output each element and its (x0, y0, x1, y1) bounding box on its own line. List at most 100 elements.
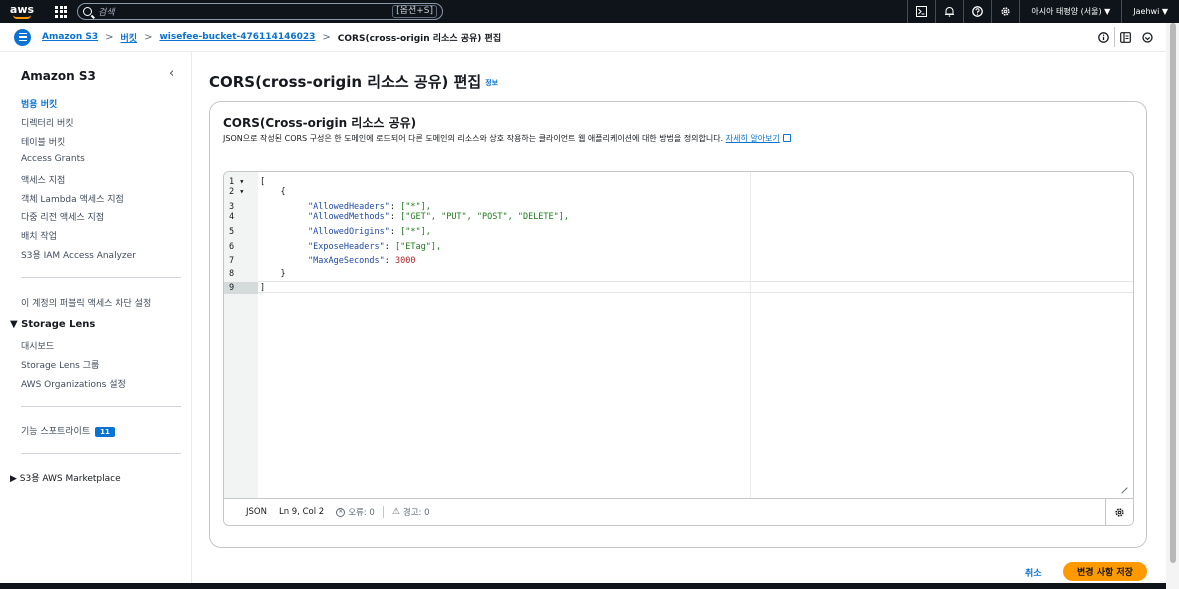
json-key: "MaxAgeSeconds" (308, 256, 385, 266)
aws-logo-text: aws (9, 2, 35, 16)
sidebar-close-icon[interactable]: ‹ (169, 66, 174, 81)
panel-description: JSON으로 작성된 CORS 구성은 한 도메인에 로드되어 다른 도메인의 … (223, 133, 791, 144)
hamburger-menu-icon[interactable] (14, 28, 31, 46)
breadcrumb-buckets[interactable]: 버킷 (121, 31, 138, 44)
line-number[interactable]: 1 ▾ (224, 177, 258, 187)
sidebar-item-general-buckets[interactable]: 범용 버킷 (21, 97, 57, 110)
json-value: ["*"], (400, 202, 431, 212)
side-navigation: Amazon S3 ‹ 범용 버킷 디렉터리 버킷 테이블 버킷 Access … (0, 52, 192, 589)
search-shortcut: [옵션+S] (392, 5, 437, 18)
breadcrumb-current: CORS(cross-origin 리소스 공유) 편집 (337, 33, 502, 44)
panel-heading: CORS(Cross-origin 리소스 공유) (223, 116, 417, 130)
page-title-text: CORS(cross-origin 리소스 공유) 편집 (209, 73, 482, 91)
feature-count-badge: 11 (95, 427, 115, 437)
breadcrumb-bucket-name[interactable]: wisefee-bucket-476114146023 (159, 32, 315, 42)
line-number: 4 (229, 212, 235, 222)
gear-icon[interactable] (991, 0, 1019, 23)
search-icon (83, 7, 92, 16)
page-title: CORS(cross-origin 리소스 공유) 편집 정보 (209, 71, 498, 92)
code-line-1: [ (260, 177, 266, 187)
code-line-3: "AllowedHeaders": ["*"], (308, 202, 431, 212)
sidebar-item-directory-buckets[interactable]: 디렉터리 버킷 (21, 116, 74, 129)
search-input[interactable]: 검색 [옵션+S] (77, 3, 443, 20)
sidebar-item-iam-access-analyzer[interactable]: S3용 IAM Access Analyzer (21, 248, 136, 261)
json-code-editor[interactable]: 1 ▾ 2 ▾ 3 4 5 6 7 8 9 [ { "AllowedHeader… (223, 171, 1134, 526)
breadcrumb-amazon-s3[interactable]: Amazon S3 (42, 32, 98, 42)
search-placeholder: 검색 (98, 8, 115, 18)
warning-icon: ⚠ (391, 507, 400, 517)
cors-panel: CORS(Cross-origin 리소스 공유) JSON으로 작성된 COR… (209, 101, 1147, 548)
sidebar-section-marketplace[interactable]: ▶ S3용 AWS Marketplace (10, 471, 121, 484)
breadcrumb: Amazon S3 > 버킷 > wisefee-bucket-47611414… (42, 31, 501, 44)
sidebar-item-dashboards[interactable]: 대시보드 (21, 339, 54, 352)
page-scrollbar[interactable] (1166, 23, 1179, 589)
editor-settings-icon[interactable] (1105, 499, 1133, 525)
page-scrollbar-thumb[interactable] (1170, 23, 1176, 563)
line-number: 6 (229, 242, 235, 252)
sidebar-item-lambda-access-points[interactable]: 객체 Lambda 액세스 지점 (21, 192, 124, 205)
sidebar-title[interactable]: Amazon S3 (21, 69, 96, 83)
sidebar-item-multi-region-access-points[interactable]: 다중 리전 액세스 지점 (21, 210, 104, 223)
json-key: "AllowedHeaders" (308, 202, 390, 212)
code-line-2: { (260, 187, 286, 197)
region-selector[interactable]: 아시아 태평양 (서울) ▼ (1019, 0, 1121, 23)
code-line-9: ] (260, 283, 266, 293)
line-number[interactable]: 2 ▾ (224, 187, 258, 197)
feedback-icon[interactable] (1136, 27, 1158, 47)
external-link-icon (782, 134, 791, 142)
print-margin (750, 172, 751, 498)
line-number: 3 (229, 202, 235, 212)
bell-icon[interactable] (935, 0, 963, 23)
sidebar-item-block-public-access[interactable]: 이 계정의 퍼블릭 액세스 차단 설정 (21, 296, 151, 309)
aws-logo[interactable]: aws (9, 2, 35, 19)
feature-spotlight-label: 기능 스포트라이트 (21, 427, 91, 437)
info-link[interactable]: 정보 (485, 79, 498, 87)
breadcrumb-separator: > (322, 31, 331, 43)
help-icon[interactable] (963, 0, 991, 23)
line-number-current: 9 (224, 282, 258, 294)
json-value: ["*"], (400, 227, 431, 237)
json-key: "AllowedMethods" (308, 212, 390, 222)
info-icon[interactable] (1092, 27, 1114, 47)
line-number: 8 (229, 269, 235, 279)
breadcrumb-bar: Amazon S3 > 버킷 > wisefee-bucket-47611414… (0, 23, 1166, 52)
sidebar-item-access-points[interactable]: 액세스 지점 (21, 173, 65, 186)
editor-gutter: 1 ▾ 2 ▾ 3 4 5 6 7 8 9 (224, 172, 258, 498)
save-changes-button[interactable]: 변경 사항 저장 (1063, 562, 1147, 581)
code-line-4: "AllowedMethods": ["GET", "PUT", "POST",… (308, 212, 570, 222)
line-number: 5 (229, 227, 235, 237)
sidebar-item-table-buckets[interactable]: 테이블 버킷 (21, 135, 65, 148)
sidebar-divider (21, 277, 181, 278)
bottom-bar (0, 583, 1166, 589)
json-number: 3000 (395, 256, 416, 266)
json-value: ["ETag"], (395, 242, 442, 252)
sidebar-item-access-grants[interactable]: Access Grants (21, 154, 85, 164)
user-menu[interactable]: Jaehwi ▼ (1121, 0, 1179, 23)
sidebar-item-aws-organizations-settings[interactable]: AWS Organizations 설정 (21, 377, 126, 390)
code-line-8: } (260, 269, 286, 279)
error-count[interactable]: ✕ 오류: 0 (336, 506, 375, 518)
breadcrumb-separator: > (144, 31, 153, 43)
code-line-7: "MaxAgeSeconds": 3000 (308, 256, 416, 266)
sidebar-item-feature-spotlight[interactable]: 기능 스포트라이트 11 (21, 424, 115, 437)
sidebar-divider (21, 453, 181, 454)
cloudshell-icon[interactable] (907, 0, 935, 23)
warning-count-text: 경고: 0 (402, 508, 430, 518)
warning-count[interactable]: ⚠ 경고: 0 (382, 506, 430, 518)
error-icon: ✕ (336, 507, 346, 517)
sidebar-divider (21, 406, 181, 407)
cancel-button[interactable]: 취소 (1025, 566, 1042, 579)
sidebar-item-batch-operations[interactable]: 배치 작업 (21, 229, 57, 242)
services-menu-icon[interactable] (55, 5, 67, 18)
json-key: "AllowedOrigins" (308, 227, 390, 237)
split-panel-icon[interactable] (1114, 27, 1136, 47)
json-value: ["GET", "PUT", "POST", "DELETE"], (400, 212, 570, 222)
sidebar-item-storage-lens-groups[interactable]: Storage Lens 그룹 (21, 358, 99, 371)
aws-smile-icon (13, 15, 31, 19)
editor-status-bar: JSON Ln 9, Col 2 ✕ 오류: 0 ⚠ 경고: 0 (224, 498, 1133, 525)
editor-code-area[interactable]: [ { "AllowedHeaders": ["*"], "AllowedMet… (258, 172, 1133, 498)
code-line-6: "ExposeHeaders": ["ETag"], (308, 242, 442, 252)
learn-more-link[interactable]: 자세히 알아보기 (726, 134, 780, 143)
panel-description-text: JSON으로 작성된 CORS 구성은 한 도메인에 로드되어 다른 도메인의 … (223, 134, 724, 143)
sidebar-section-storage-lens[interactable]: ▼ Storage Lens (10, 319, 95, 330)
